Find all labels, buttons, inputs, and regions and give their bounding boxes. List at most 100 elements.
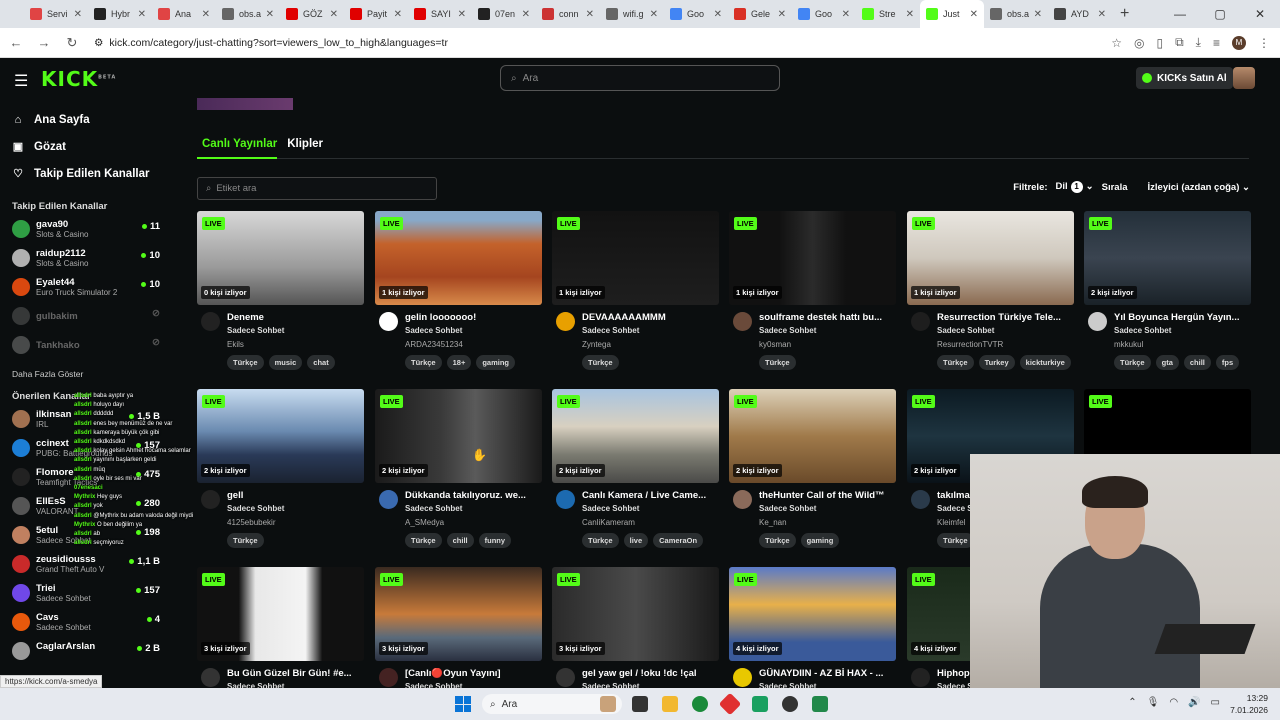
stream-card[interactable]: LIVE 3 kişi izliyor [Canlı🔴Oyun Yayını] Sad…	[375, 567, 542, 700]
stream-thumbnail[interactable]: LIVE 3 kişi izliyor	[375, 567, 542, 661]
tab-live-streams[interactable]: Canlı Yayınlar	[202, 138, 277, 150]
windows-start-icon[interactable]	[455, 696, 471, 712]
sidebar-channel[interactable]: Triei Sadece Sohbet 157	[0, 580, 180, 609]
browser-tab[interactable]: Just ✕	[920, 0, 984, 28]
channel-name[interactable]: ARDA23451234	[405, 340, 463, 349]
obs-icon[interactable]	[782, 696, 798, 712]
channel-avatar[interactable]	[911, 312, 930, 331]
volume-icon[interactable]: 🔊	[1188, 697, 1200, 708]
maximize-button[interactable]: ▢	[1200, 0, 1240, 28]
tag-chip[interactable]: chat	[307, 355, 335, 370]
channel-name[interactable]: Kleimfel	[937, 518, 965, 527]
tag-chip[interactable]: Türkçe	[937, 533, 974, 548]
channel-avatar[interactable]	[556, 668, 575, 687]
tab-close-icon[interactable]: ✕	[522, 9, 530, 20]
sidebar-channel[interactable]: Cavs Sadece Sohbet 4	[0, 609, 180, 638]
tab-close-icon[interactable]: ✕	[714, 9, 722, 20]
browser-tab[interactable]: wifi.g ✕	[600, 0, 664, 28]
tag-chip[interactable]: Türkçe	[1114, 355, 1151, 370]
sidebar-channel[interactable]: zeusidiousss Grand Theft Auto V 1,1 B	[0, 551, 180, 580]
channel-name[interactable]: Ekils	[227, 340, 244, 349]
user-avatar[interactable]	[1233, 67, 1255, 89]
browser-tab[interactable]: Goo ✕	[792, 0, 856, 28]
tag-chip[interactable]: chill	[446, 533, 474, 548]
channel-avatar[interactable]	[733, 490, 752, 509]
profile-avatar[interactable]: M	[1232, 35, 1246, 50]
sidebar-channel[interactable]: gava90 Slots & Casino 11	[0, 216, 180, 245]
stream-card[interactable]: LIVE 1 kişi izliyor gelin looooooo! Sadece …	[375, 211, 542, 383]
stream-thumbnail[interactable]: LIVE 3 kişi izliyor	[552, 567, 719, 661]
stream-category[interactable]: Sadece Sohbet	[582, 326, 639, 335]
stream-thumbnail[interactable]: LIVE 4 kişi izliyor	[729, 567, 896, 661]
chrome-icon[interactable]	[692, 696, 708, 712]
buy-kicks-button[interactable]: KICKs Satın Al	[1136, 67, 1233, 89]
stream-title[interactable]: gell	[227, 490, 362, 501]
tag-chip[interactable]: 18+	[446, 355, 472, 370]
tab-close-icon[interactable]: ✕	[906, 9, 914, 20]
mic-icon[interactable]: 🎙	[1147, 697, 1160, 708]
tab-close-icon[interactable]: ✕	[1034, 9, 1042, 20]
tab-close-icon[interactable]: ✕	[202, 9, 210, 20]
stream-title[interactable]: gel yaw gel / !oku !dc !çal	[582, 668, 717, 679]
taskbar-app-icon[interactable]	[752, 696, 768, 712]
browser-tab[interactable]: Hybr ✕	[88, 0, 152, 28]
channel-avatar[interactable]	[1088, 312, 1107, 331]
taskbar-app-icon[interactable]	[718, 692, 742, 716]
stream-card[interactable]: LIVE 4 kişi izliyor GÜNAYDIIN - AZ Bİ HAX …	[729, 567, 896, 700]
channel-avatar[interactable]	[556, 312, 575, 331]
browser-tab[interactable]: Payit ✕	[344, 0, 408, 28]
browser-tab[interactable]: AYD ✕	[1048, 0, 1112, 28]
tag-chip[interactable]: kickturkiye	[1019, 355, 1071, 370]
hamburger-menu-icon[interactable]: ☰	[14, 71, 28, 91]
chevron-up-icon[interactable]: ⌃	[1128, 697, 1136, 708]
stream-title[interactable]: Canlı Kamera / Live Came...	[582, 490, 717, 501]
tag-chip[interactable]: fps	[1215, 355, 1240, 370]
wifi-icon[interactable]: ◠	[1169, 697, 1178, 708]
stream-title[interactable]: Deneme	[227, 312, 362, 323]
browser-tab[interactable]: Stre ✕	[856, 0, 920, 28]
stream-title[interactable]: Yıl Boyunca Hergün Yayın...	[1114, 312, 1249, 323]
tag-chip[interactable]: Türkçe	[937, 355, 974, 370]
stream-category[interactable]: Sadece Sohbet	[759, 504, 816, 513]
tag-chip[interactable]: gaming	[800, 533, 840, 548]
stream-title[interactable]: Resurrection Türkiye Tele...	[937, 312, 1072, 323]
sidebar-nav-item[interactable]: ♡ Takip Edilen Kanallar	[0, 160, 180, 187]
stream-category[interactable]: Sadece Sohbet	[227, 504, 284, 513]
tag-chip[interactable]: Türkçe	[405, 533, 442, 548]
tag-chip[interactable]: music	[268, 355, 303, 370]
channel-avatar[interactable]	[201, 312, 220, 331]
stream-card[interactable]: LIVE 3 kişi izliyor Bu Gün Güzel Bir Gün! …	[197, 567, 364, 700]
channel-name[interactable]: ky0sman	[759, 340, 791, 349]
browser-tab[interactable]: 07en ✕	[472, 0, 536, 28]
stream-thumbnail[interactable]: LIVE 1 kişi izliyor	[907, 211, 1074, 305]
stream-thumbnail[interactable]: LIVE 3 kişi izliyor	[197, 567, 364, 661]
stream-category[interactable]: Sadece Sohbet	[405, 326, 462, 335]
tab-close-icon[interactable]: ✕	[778, 9, 786, 20]
stream-card[interactable]: LIVE 0 kişi izliyor Deneme Sadece Sohbet Eki…	[197, 211, 364, 383]
stream-title[interactable]: soulframe destek hattı bu...	[759, 312, 894, 323]
tab-close-icon[interactable]: ✕	[138, 9, 146, 20]
kick-logo[interactable]: KICKBETA	[41, 67, 116, 91]
minimize-button[interactable]: —	[1160, 0, 1200, 28]
tab-close-icon[interactable]: ✕	[458, 9, 466, 20]
taskbar-app-icon[interactable]	[632, 696, 648, 712]
sidebar-channel[interactable]: Tankhako ⊘	[0, 332, 180, 361]
channel-avatar[interactable]	[201, 668, 220, 687]
tag-chip[interactable]: live	[623, 533, 649, 548]
stream-title[interactable]: Dükkanda takılıyoruz. we...	[405, 490, 540, 501]
stream-thumbnail[interactable]: LIVE 2 kişi izliyor	[729, 389, 896, 483]
stream-card[interactable]: LIVE 2 kişi izliyor Canlı Kamera / Live Ca…	[552, 389, 719, 561]
tag-chip[interactable]: Turkey	[978, 355, 1015, 370]
channel-avatar[interactable]	[379, 490, 398, 509]
stream-title[interactable]: [Canlı🔴Oyun Yayını]	[405, 668, 540, 679]
sidebar-channel[interactable]: gulbakim ⊘	[0, 303, 180, 332]
download-icon[interactable]: ⤓	[1196, 35, 1201, 50]
tag-chip[interactable]: gaming	[476, 355, 516, 370]
channel-avatar[interactable]	[733, 668, 752, 687]
new-tab-button[interactable]: +	[1120, 5, 1129, 23]
stream-thumbnail[interactable]: LIVE 1 kişi izliyor	[729, 211, 896, 305]
browser-tab[interactable]: conn ✕	[536, 0, 600, 28]
tab-close-icon[interactable]: ✕	[266, 9, 274, 20]
sidebar-nav-item[interactable]: ▣ Gözat	[0, 133, 180, 160]
tag-chip[interactable]: gta	[1155, 355, 1179, 370]
